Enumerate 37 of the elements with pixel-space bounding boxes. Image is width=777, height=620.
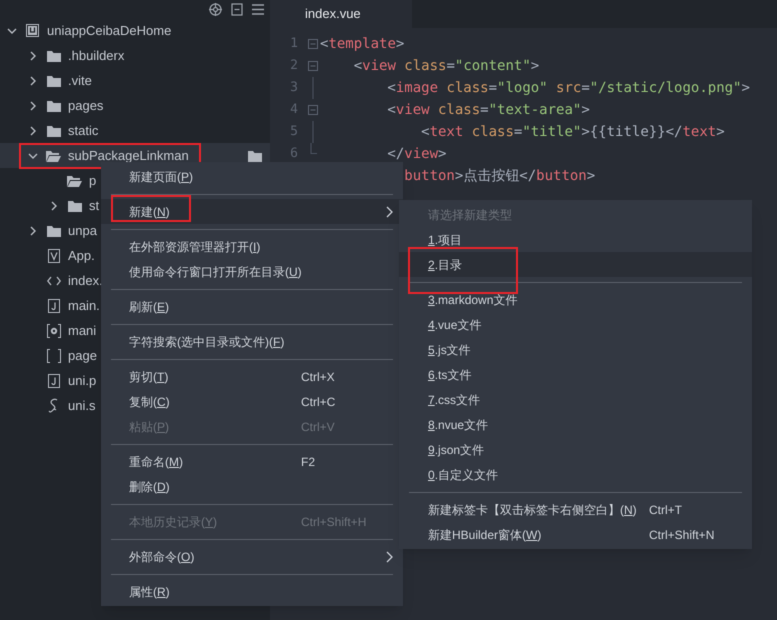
code-line: <view class="text-area"> (386, 100, 590, 120)
tree-item-label: p (89, 172, 96, 190)
shortcut-label: Ctrl+T (649, 502, 682, 518)
shortcut-label: Ctrl+Shift+H (301, 514, 366, 530)
shortcut-label: Ctrl+V (301, 418, 335, 436)
menu-header: 请选择新建类型 (427, 206, 513, 224)
tree-item-label: .hbuilderx (68, 46, 124, 65)
code-line: <view class="content"> (352, 56, 540, 76)
tree-item-label: page (68, 346, 97, 365)
tree-item-label: uni.p (68, 372, 96, 390)
tree-item-label: .vite (68, 72, 92, 90)
tree-item-label: static (68, 122, 98, 140)
tree-item-label: unpa (68, 222, 97, 240)
tree-item-label: index. (68, 272, 103, 290)
tree-item-label: subPackageLinkman (68, 146, 189, 165)
line-number: 6 (289, 145, 298, 164)
tree-item-label: mani (68, 322, 96, 340)
tree-item-label: main. (68, 296, 100, 315)
line-number: 3 (289, 79, 298, 98)
line-number: 5 (289, 123, 298, 142)
line-number: 4 (289, 101, 298, 120)
line-number: 1 (289, 35, 298, 54)
shortcut-label: Ctrl+C (301, 394, 336, 410)
shortcut-label: Ctrl+X (301, 368, 335, 386)
tree-item-label: uni.s (68, 396, 96, 415)
code-line: <template> (320, 34, 404, 54)
code-line: button>点击按钮</button> (403, 166, 596, 186)
tree-item-label: pages (68, 96, 104, 115)
code-line: <text class="title">{{title}}</text> (420, 122, 725, 142)
shortcut-label: Ctrl+Shift+N (649, 526, 714, 544)
code-line: </view> (386, 144, 446, 164)
tree-item-label: App. (68, 246, 95, 265)
line-number: 2 (289, 57, 298, 76)
code-line: <image class="logo" src="/static/logo.png"> (386, 78, 750, 98)
shortcut-label: F2 (301, 454, 316, 470)
tree-item-label: st (89, 196, 100, 215)
tree-item-label: uniappCeibaDeHome (47, 22, 172, 40)
